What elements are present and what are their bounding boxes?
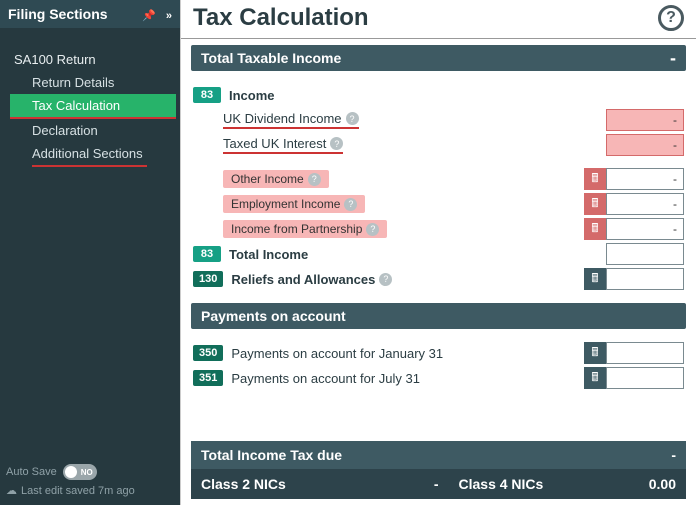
- input-uk-dividend[interactable]: [606, 109, 684, 131]
- tag-income: 83: [193, 87, 221, 103]
- section-income-body: 83 Income UK Dividend Income ?: [191, 77, 686, 297]
- label-jan: Payments on account for January 31: [231, 346, 576, 361]
- input-total-income[interactable]: [606, 243, 684, 265]
- total-income-tax-label: Total Income Tax due: [201, 447, 342, 463]
- tag-jul: 351: [193, 370, 223, 386]
- help-q-icon[interactable]: ?: [308, 173, 321, 186]
- class4-value: 0.00: [581, 476, 676, 492]
- input-reliefs[interactable]: [606, 268, 684, 290]
- help-q-icon[interactable]: ?: [379, 273, 392, 286]
- sidebar-footer: Auto Save NO ☁ Last edit saved 7m ago: [0, 456, 180, 505]
- sidebar: Filing Sections 📌 » SA100 Return Return …: [0, 0, 180, 505]
- help-q-icon[interactable]: ?: [330, 137, 343, 150]
- autosave-row: Auto Save NO: [6, 464, 174, 480]
- label-uk-dividend: UK Dividend Income: [223, 111, 342, 126]
- input-taxed-uk[interactable]: [606, 134, 684, 156]
- calculator-icon[interactable]: 🖩: [584, 268, 606, 290]
- label-jul: Payments on account for July 31: [231, 371, 576, 386]
- tag-jan: 350: [193, 345, 223, 361]
- pin-icon[interactable]: 📌: [142, 10, 156, 22]
- expand-icon[interactable]: »: [166, 10, 172, 22]
- main: Tax Calculation ? Total Taxable Income -…: [180, 0, 696, 505]
- collapse-icon[interactable]: -: [670, 53, 676, 63]
- nav-tax-calculation[interactable]: Tax Calculation: [10, 94, 176, 119]
- section-income-header[interactable]: Total Taxable Income -: [191, 45, 686, 71]
- cloud-icon: ☁: [6, 484, 17, 497]
- section-payments-title: Payments on account: [201, 308, 346, 324]
- row-employment-income: Employment Income ? 🖩: [193, 193, 684, 215]
- input-partnership-income[interactable]: [606, 218, 684, 240]
- help-icon[interactable]: ?: [658, 5, 684, 31]
- main-header: Tax Calculation ?: [181, 0, 696, 39]
- total-income-tax-value: -: [671, 447, 676, 463]
- sidebar-nav: SA100 Return Return Details Tax Calculat…: [0, 28, 180, 171]
- tag-total-income: 83: [193, 246, 221, 262]
- calculator-icon[interactable]: 🖩: [584, 168, 606, 190]
- help-q-icon[interactable]: ?: [366, 223, 379, 236]
- sidebar-header: Filing Sections 📌 »: [0, 0, 180, 28]
- label-other-income: Other Income: [231, 172, 304, 186]
- class4-label: Class 4 NICs: [439, 476, 582, 492]
- nav-root[interactable]: SA100 Return: [10, 48, 176, 71]
- section-payments-body: 350 Payments on account for January 31 🖩…: [191, 335, 686, 396]
- total-income-tax-bar: Total Income Tax due -: [191, 441, 686, 469]
- nics-bar: Class 2 NICs - Class 4 NICs 0.00: [191, 469, 686, 499]
- nav-declaration[interactable]: Declaration: [10, 119, 176, 142]
- label-income: Income: [229, 88, 275, 103]
- label-partnership-income: Income from Partnership: [231, 222, 362, 236]
- calculator-icon[interactable]: 🖩: [584, 342, 606, 364]
- section-payments-header[interactable]: Payments on account: [191, 303, 686, 329]
- calculator-icon[interactable]: 🖩: [584, 218, 606, 240]
- tag-reliefs: 130: [193, 271, 223, 287]
- row-other-income: Other Income ? 🖩: [193, 168, 684, 190]
- nav-return-details[interactable]: Return Details: [10, 71, 176, 94]
- row-reliefs: 130 Reliefs and Allowances ? 🖩: [193, 268, 684, 290]
- input-payments-jul[interactable]: [606, 367, 684, 389]
- calculator-icon[interactable]: 🖩: [584, 367, 606, 389]
- input-payments-jan[interactable]: [606, 342, 684, 364]
- label-taxed-uk: Taxed UK Interest: [223, 136, 326, 151]
- nav-additional-sections[interactable]: Additional Sections: [32, 142, 147, 167]
- row-taxed-uk-interest: Taxed UK Interest ?: [193, 134, 684, 156]
- row-payments-jan: 350 Payments on account for January 31 🖩: [193, 342, 684, 364]
- autosave-toggle[interactable]: NO: [63, 464, 97, 480]
- calculator-icon[interactable]: 🖩: [584, 193, 606, 215]
- autosave-label: Auto Save: [6, 466, 57, 478]
- section-income-title: Total Taxable Income: [201, 50, 341, 66]
- class2-label: Class 2 NICs: [201, 476, 401, 492]
- content: Total Taxable Income - 83 Income UK Divi…: [181, 39, 696, 505]
- input-employment-income[interactable]: [606, 193, 684, 215]
- row-partnership-income: Income from Partnership ? 🖩: [193, 218, 684, 240]
- last-edit: ☁ Last edit saved 7m ago: [6, 484, 174, 497]
- row-payments-jul: 351 Payments on account for July 31 🖩: [193, 367, 684, 389]
- last-edit-text: Last edit saved 7m ago: [21, 485, 135, 497]
- page-title: Tax Calculation: [193, 4, 369, 32]
- row-income: 83 Income: [193, 84, 684, 106]
- totals: Total Income Tax due - Class 2 NICs - Cl…: [191, 441, 686, 499]
- help-q-icon[interactable]: ?: [346, 112, 359, 125]
- class2-value: -: [401, 476, 439, 492]
- input-other-income[interactable]: [606, 168, 684, 190]
- label-total-income: Total Income: [229, 247, 308, 262]
- row-total-income: 83 Total Income: [193, 243, 684, 265]
- help-q-icon[interactable]: ?: [344, 198, 357, 211]
- label-reliefs: Reliefs and Allowances: [231, 272, 375, 287]
- sidebar-title: Filing Sections: [8, 6, 108, 22]
- row-uk-dividend: UK Dividend Income ?: [193, 109, 684, 131]
- label-employment-income: Employment Income: [231, 197, 340, 211]
